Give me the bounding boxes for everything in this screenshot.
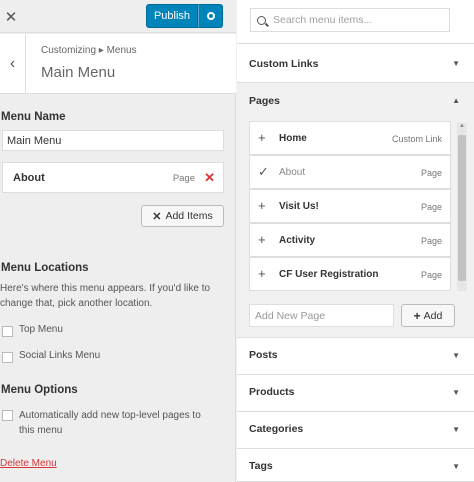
plus-icon: + xyxy=(258,130,266,145)
publish-settings-button[interactable] xyxy=(198,4,223,28)
chevron-down-icon: ▼ xyxy=(452,59,460,68)
checkbox-label: Automatically add new top-level pages to… xyxy=(19,410,201,436)
gear-icon xyxy=(206,12,215,20)
list-item[interactable]: + CF User Registration Page xyxy=(249,257,451,291)
section-title: Tags xyxy=(249,460,273,472)
section-categories[interactable]: Categories ▼ xyxy=(237,412,474,449)
section-posts[interactable]: Posts ▼ xyxy=(237,338,474,375)
section-products[interactable]: Products ▼ xyxy=(237,375,474,412)
location-option-social-links[interactable]: Social Links Menu xyxy=(2,350,100,363)
section-title: Categories xyxy=(249,423,304,435)
add-page-button[interactable]: + Add xyxy=(401,304,455,327)
search-box[interactable] xyxy=(250,8,450,32)
search-icon xyxy=(257,15,266,25)
list-item[interactable]: ✓ About Page xyxy=(249,155,451,189)
chevron-left-icon: ‹ xyxy=(9,55,16,72)
close-customizer-button[interactable]: ✕ xyxy=(0,0,22,33)
list-item[interactable]: + Home Custom Link xyxy=(249,121,451,155)
available-menu-items-panel: Custom Links ▼ Pages ▲ + Home Custom Lin… xyxy=(237,0,474,482)
checkbox[interactable] xyxy=(2,352,13,363)
section-title: Pages xyxy=(249,95,280,107)
menu-item[interactable]: About Page ✕ xyxy=(2,162,224,193)
section-title: Posts xyxy=(249,349,278,361)
add-items-button[interactable]: ✕ Add Items xyxy=(141,205,224,227)
checkbox-label: Top Menu xyxy=(19,324,63,335)
customizer-sidebar: ✕ Publish ‹ Customizing ▸ Menus Main Men… xyxy=(0,0,236,482)
plus-icon: + xyxy=(258,198,266,213)
list-item-type: Page xyxy=(420,236,442,246)
list-item-title: Home xyxy=(279,133,307,144)
chevron-down-icon: ▼ xyxy=(452,351,460,360)
menu-options-heading: Menu Options xyxy=(1,384,78,396)
list-item-type: Custom Link xyxy=(391,134,442,144)
customizer-topbar: ✕ Publish xyxy=(0,0,236,33)
search-bar xyxy=(237,0,474,44)
breadcrumb: Customizing ▸ Menus xyxy=(41,45,137,56)
menu-name-label: Menu Name xyxy=(1,111,66,123)
list-item-type: Page xyxy=(420,270,442,280)
list-item-title: Activity xyxy=(279,235,316,246)
list-item[interactable]: + Visit Us! Page xyxy=(249,189,451,223)
plus-icon: + xyxy=(413,308,421,323)
plus-icon: + xyxy=(258,232,266,247)
scrollbar-thumb[interactable] xyxy=(458,135,466,281)
section-title: Products xyxy=(249,386,295,398)
remove-icon[interactable]: ✕ xyxy=(204,170,215,186)
menu-item-type: Page xyxy=(172,173,195,184)
checkbox-label: Social Links Menu xyxy=(19,350,101,361)
new-page-input[interactable] xyxy=(249,304,394,327)
menu-locations-description: Here's where this menu appears. If you'd… xyxy=(0,283,211,309)
menu-locations-heading: Menu Locations xyxy=(1,262,89,274)
section-pages-header[interactable]: Pages ▲ xyxy=(237,83,474,119)
add-page-label: Add xyxy=(423,309,443,322)
close-icon: ✕ xyxy=(4,8,18,26)
add-items-label: Add Items xyxy=(165,210,213,222)
checkbox[interactable] xyxy=(2,326,13,337)
section-header: ‹ Customizing ▸ Menus Main Menu xyxy=(0,34,236,94)
chevron-down-icon: ▼ xyxy=(452,462,460,471)
auto-add-pages-option[interactable]: Automatically add new top-level pages to… xyxy=(2,408,219,438)
section-title: Custom Links xyxy=(249,58,319,70)
search-input[interactable] xyxy=(273,14,443,26)
section-tags[interactable]: Tags ▼ xyxy=(237,449,474,482)
list-item[interactable]: + Activity Page xyxy=(249,223,451,257)
chevron-down-icon: ▼ xyxy=(452,425,460,434)
back-button[interactable]: ‹ xyxy=(0,34,26,94)
checkbox[interactable] xyxy=(2,410,13,421)
menu-item-title: About xyxy=(13,172,45,184)
page-list: + Home Custom Link ✓ About Page + Visit … xyxy=(249,121,451,291)
section-custom-links[interactable]: Custom Links ▼ xyxy=(237,44,474,83)
list-item-title: CF User Registration xyxy=(279,269,379,280)
chevron-down-icon: ▼ xyxy=(452,388,460,397)
list-item-title: About xyxy=(279,167,306,178)
chevron-up-icon: ▲ xyxy=(452,96,460,105)
close-icon: ✕ xyxy=(152,210,162,223)
location-option-top-menu[interactable]: Top Menu xyxy=(2,324,63,337)
list-item-title: Visit Us! xyxy=(279,201,319,212)
menu-name-input[interactable] xyxy=(2,130,224,151)
list-item-type: Page xyxy=(420,168,442,178)
publish-button[interactable]: Publish xyxy=(146,4,198,28)
checkmark-icon: ✓ xyxy=(258,164,269,179)
section-pages: Pages ▲ + Home Custom Link ✓ About Page … xyxy=(237,83,474,338)
list-item-type: Page xyxy=(420,202,442,212)
delete-menu-link[interactable]: Delete Menu xyxy=(0,458,57,469)
plus-icon: + xyxy=(258,266,266,281)
page-title: Main Menu xyxy=(41,64,116,81)
scroll-up-icon[interactable]: ▲ xyxy=(458,123,466,133)
